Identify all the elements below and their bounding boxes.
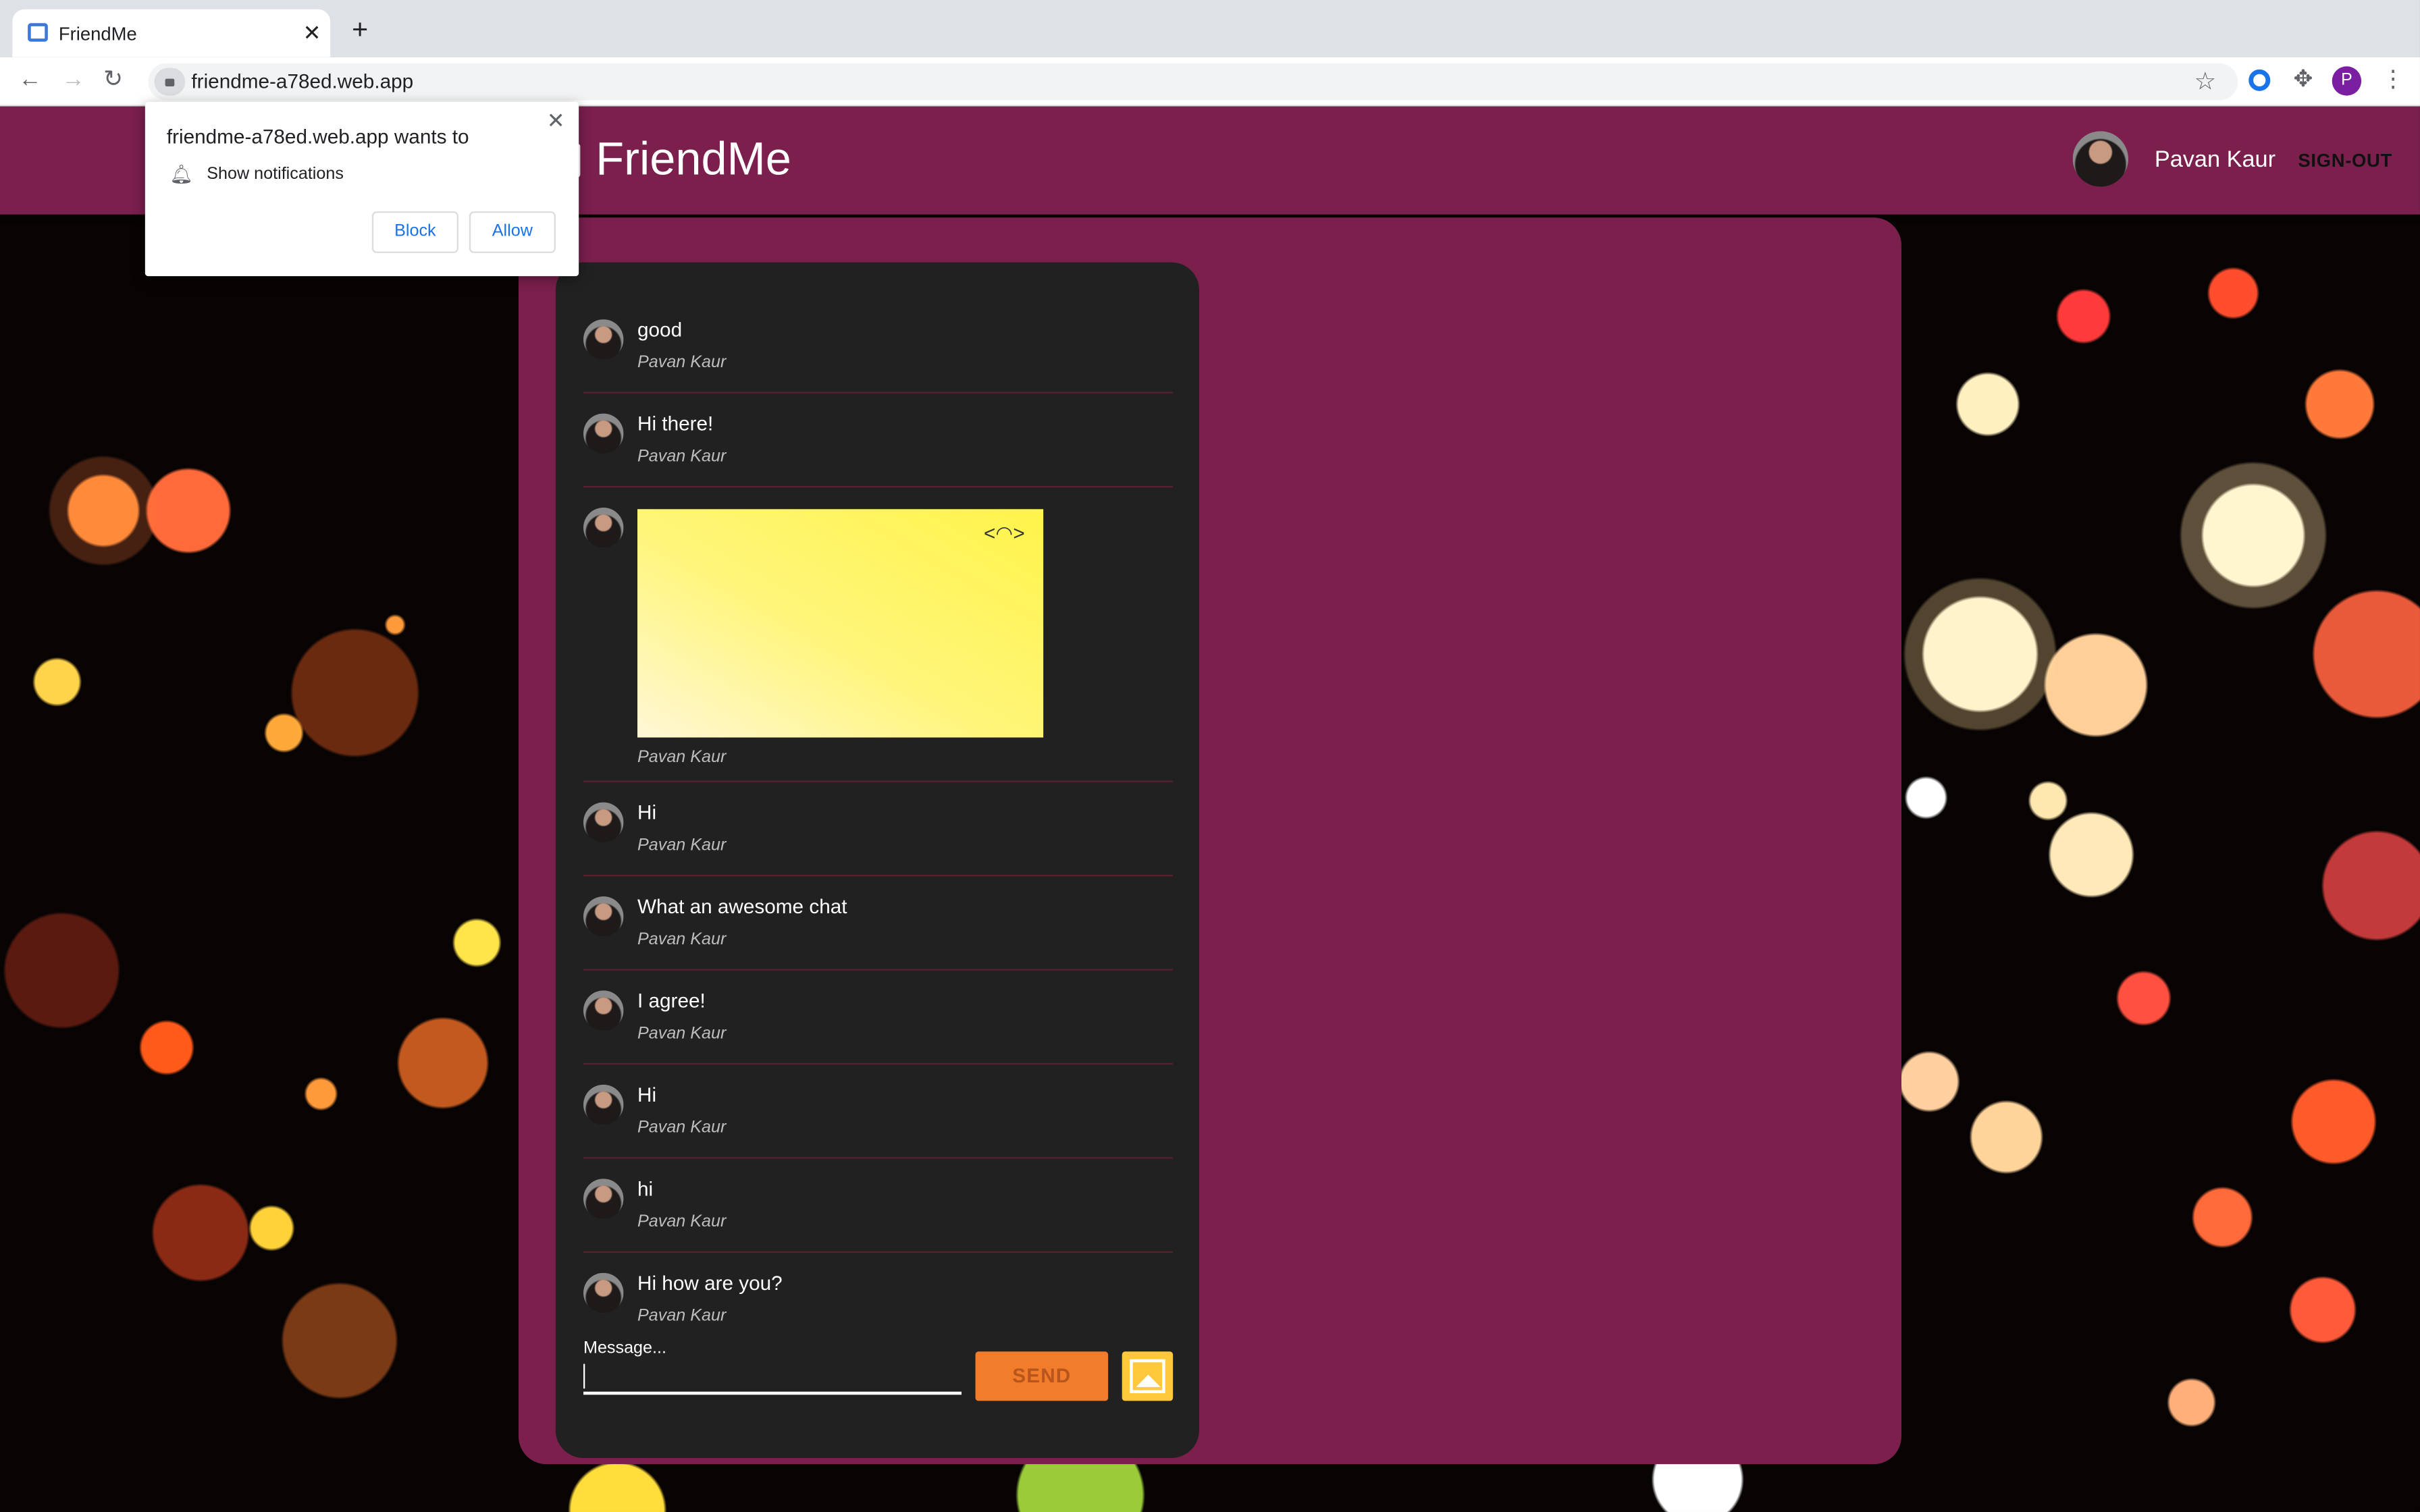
avatar: [583, 507, 624, 548]
user-name: Pavan Kaur: [2154, 146, 2276, 173]
avatar: [583, 896, 624, 937]
message-author: Pavan Kaur: [637, 748, 727, 767]
list-item: What an awesome chat Pavan Kaur: [583, 876, 1174, 971]
list-item: Hi how are you? Pavan Kaur: [583, 1253, 1173, 1324]
browser-toolbar: ← → ↻ friendme-a78ed.web.app ☆ ✥ P ⋮: [0, 57, 2420, 107]
notification-permission-popup: friendme-a78ed.web.app wants to ✕ 🔔︎ Sho…: [144, 101, 579, 277]
list-item: <◠> Pavan Kaur: [583, 487, 1174, 782]
brand-text: FriendMe: [596, 134, 791, 186]
list-item: hi Pavan Kaur: [583, 1159, 1174, 1253]
avatar: [583, 1179, 624, 1219]
bell-icon: 🔔︎: [169, 163, 194, 186]
page-background: FriendMe Pavan Kaur SIGN-OUT good Pavan …: [0, 106, 2420, 1512]
reload-icon[interactable]: ↻: [103, 66, 123, 94]
brand-title: FriendMe: [558, 131, 791, 190]
chat-card: good Pavan Kaur Hi there! Pavan Kaur <◠>…: [555, 262, 1199, 1458]
list-item: good Pavan Kaur: [583, 299, 1174, 394]
allow-button[interactable]: Allow: [469, 211, 556, 253]
message-author: Pavan Kaur: [637, 447, 727, 466]
message-image[interactable]: <◠>: [637, 509, 1044, 738]
message-text: Hi how are you?: [637, 1271, 783, 1295]
lock-icon[interactable]: [154, 68, 186, 96]
avatar: [583, 1272, 624, 1314]
message-author: Pavan Kaur: [637, 1306, 727, 1324]
tab-close-icon[interactable]: ✕: [303, 18, 321, 46]
bookmark-star-icon[interactable]: ☆: [2194, 66, 2216, 97]
popup-title: friendme-a78ed.web.app wants to: [166, 125, 469, 148]
message-composer: Message... SEND: [583, 1339, 1174, 1416]
message-author: Pavan Kaur: [637, 836, 727, 855]
send-button[interactable]: SEND: [975, 1351, 1109, 1401]
profile-avatar[interactable]: P: [2332, 66, 2362, 96]
image-icon: [1130, 1359, 1165, 1393]
browser-tab[interactable]: FriendMe ✕: [12, 9, 331, 57]
list-item: Hi Pavan Kaur: [583, 782, 1174, 877]
message-text: I agree!: [637, 989, 706, 1013]
avatar: [583, 802, 624, 842]
extensions-puzzle-icon[interactable]: ✥: [2294, 65, 2313, 92]
message-text: good: [637, 317, 683, 342]
message-author: Pavan Kaur: [637, 1024, 727, 1044]
message-text: Hi there!: [637, 412, 714, 435]
avatar: [583, 319, 624, 360]
avatar: [583, 1084, 624, 1125]
message-input-label: Message...: [583, 1339, 666, 1358]
user-avatar: [2072, 131, 2128, 187]
message-author: Pavan Kaur: [637, 1118, 727, 1137]
message-list[interactable]: good Pavan Kaur Hi there! Pavan Kaur <◠>…: [583, 299, 1174, 1324]
url-text: friendme-a78ed.web.app: [191, 69, 414, 93]
address-bar[interactable]: friendme-a78ed.web.app ☆: [148, 63, 2238, 101]
message-text: What an awesome chat: [637, 894, 847, 918]
list-item: Hi Pavan Kaur: [583, 1064, 1174, 1159]
avatar: [583, 413, 624, 454]
tab-strip: FriendMe ✕ +: [0, 0, 2420, 57]
message-author: Pavan Kaur: [637, 1212, 727, 1231]
list-item: I agree! Pavan Kaur: [583, 971, 1174, 1065]
message-author: Pavan Kaur: [637, 353, 727, 372]
upload-image-button[interactable]: [1122, 1351, 1174, 1401]
new-tab-icon[interactable]: +: [352, 16, 368, 43]
forward-icon[interactable]: →: [61, 66, 84, 94]
tab-title: FriendMe: [58, 23, 137, 45]
message-input-underline[interactable]: [583, 1391, 962, 1395]
ghost-icon: <◠>: [984, 521, 1025, 545]
message-author: Pavan Kaur: [637, 930, 727, 949]
message-input[interactable]: [583, 1364, 585, 1389]
close-icon[interactable]: ✕: [547, 108, 565, 134]
message-text: hi: [637, 1177, 654, 1201]
extension-circle-icon[interactable]: [2248, 69, 2271, 91]
browser-menu-icon[interactable]: ⋮: [2382, 65, 2404, 92]
message-text: Hi: [637, 801, 657, 824]
sign-out-button[interactable]: SIGN-OUT: [2298, 150, 2392, 171]
message-text: Hi: [637, 1083, 657, 1106]
list-item: Hi there! Pavan Kaur: [583, 394, 1174, 488]
popup-permission-text: Show notifications: [207, 165, 344, 184]
avatar: [583, 990, 624, 1031]
favicon-icon: [28, 23, 48, 42]
back-icon[interactable]: ←: [18, 66, 41, 94]
block-button[interactable]: Block: [371, 211, 458, 253]
